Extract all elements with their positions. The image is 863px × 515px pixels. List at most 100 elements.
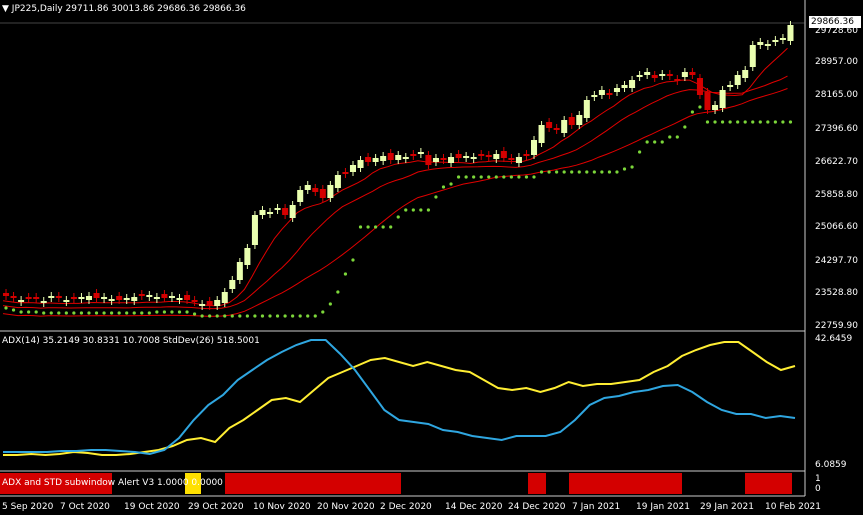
trail-dot	[79, 311, 84, 315]
trail-dot	[441, 185, 446, 189]
trail-dot	[570, 170, 574, 174]
trail-dot	[260, 314, 265, 318]
time-axis-label: 29 Oct 2020	[188, 502, 244, 512]
indicator-min-label: 6.0859	[815, 460, 847, 470]
trail-dot	[404, 208, 408, 212]
candle-body	[349, 165, 357, 172]
ma-line	[2, 47, 788, 307]
candle-body	[229, 280, 236, 289]
price-axis-label: 25066.60	[815, 222, 858, 232]
candle-body	[696, 78, 703, 95]
candle-body	[259, 210, 266, 215]
candle-body	[297, 190, 304, 202]
price-axis-label: 27396.60	[815, 124, 858, 134]
trail-dot	[275, 314, 280, 318]
candle-body	[123, 298, 130, 300]
candle-body	[531, 140, 538, 155]
candle-body	[500, 151, 507, 158]
trail-dot	[720, 120, 725, 124]
indicator-header: ADX(14) 35.2149 30.8331 10.7008 StdDev(2…	[2, 336, 260, 346]
candle-body	[380, 156, 387, 161]
trail-dot	[147, 311, 151, 315]
trail-dot	[215, 314, 219, 318]
trail-dot	[72, 311, 76, 315]
trail-dot	[539, 170, 544, 174]
candle-body	[651, 75, 658, 78]
candle-body	[319, 189, 326, 198]
trail-dot	[64, 311, 68, 315]
candlesticks[interactable]	[3, 21, 794, 310]
trail-dot	[110, 311, 114, 315]
ma-line	[2, 75, 788, 310]
trail-dot	[456, 175, 461, 179]
candle-body	[508, 158, 515, 160]
trail-dot	[238, 314, 242, 318]
candle-body	[55, 296, 62, 298]
candle-body	[727, 85, 734, 87]
candle-body	[410, 154, 417, 156]
candle-body	[515, 157, 522, 163]
trail-dot	[381, 225, 385, 229]
trail-dot	[11, 308, 16, 312]
trail-dot	[592, 170, 596, 174]
candle-body	[749, 45, 756, 67]
trail-dot	[773, 120, 777, 124]
candle-body	[448, 157, 455, 163]
candle-body	[365, 157, 372, 162]
candle-body	[576, 115, 583, 125]
trail-dot	[547, 170, 551, 174]
time-axis-label: 5 Sep 2020	[2, 502, 54, 512]
trail-dot	[200, 314, 204, 318]
candle-body	[591, 95, 598, 97]
candle-body	[138, 294, 145, 296]
candle-body	[18, 300, 25, 302]
trail-dot	[524, 175, 529, 179]
indicator-max-label: 42.6459	[815, 334, 853, 344]
trail-dot	[291, 314, 295, 318]
candle-body	[116, 296, 123, 300]
trail-dot	[502, 175, 506, 179]
trail-dot	[374, 225, 378, 229]
trail-dot	[313, 314, 317, 318]
time-axis-label: 10 Feb 2021	[765, 502, 822, 512]
chart-canvas[interactable]	[0, 0, 863, 515]
candle-body	[674, 79, 681, 81]
candle-body	[40, 301, 47, 303]
price-axis-label: 25858.80	[815, 190, 858, 200]
time-axis-label: 2 Dec 2020	[380, 502, 432, 512]
alert-header: ADX and STD subwindow Alert V3 1.0000 0.…	[2, 478, 223, 488]
trail-dot	[321, 310, 325, 314]
candle-body	[10, 296, 17, 298]
trail-dot	[177, 310, 182, 314]
price-axis-label: 23528.80	[815, 288, 858, 298]
trail-dot	[155, 310, 159, 314]
trail-dot	[396, 215, 400, 219]
trail-dot	[132, 311, 136, 315]
trail-dot	[758, 120, 762, 124]
trail-dot	[577, 170, 581, 174]
trail-dot	[87, 311, 91, 315]
time-axis-label: 20 Nov 2020	[317, 502, 375, 512]
indicator-line	[3, 341, 796, 457]
candle-body	[282, 208, 289, 215]
trail-dot	[434, 195, 438, 199]
trailing-stop-dots	[4, 105, 793, 318]
candle-body	[176, 298, 183, 300]
candle-body	[184, 295, 191, 300]
candle-body	[425, 155, 432, 165]
alert-segment	[745, 473, 792, 494]
trail-dot	[690, 110, 695, 114]
trail-dot	[464, 175, 468, 179]
trail-dot	[585, 170, 589, 174]
trail-dot	[283, 314, 287, 318]
candle-body	[251, 215, 258, 245]
candle-body	[206, 301, 213, 306]
candle-body	[70, 297, 77, 299]
symbol-title: JP225,Daily 29711.86 30013.86 29686.36 2…	[11, 4, 246, 14]
candle-body	[161, 294, 168, 298]
trail-dot	[389, 225, 393, 229]
trail-dot	[698, 105, 702, 109]
candle-body	[704, 92, 711, 110]
adx-stddev-lines	[3, 339, 796, 457]
moving-averages	[2, 47, 788, 317]
